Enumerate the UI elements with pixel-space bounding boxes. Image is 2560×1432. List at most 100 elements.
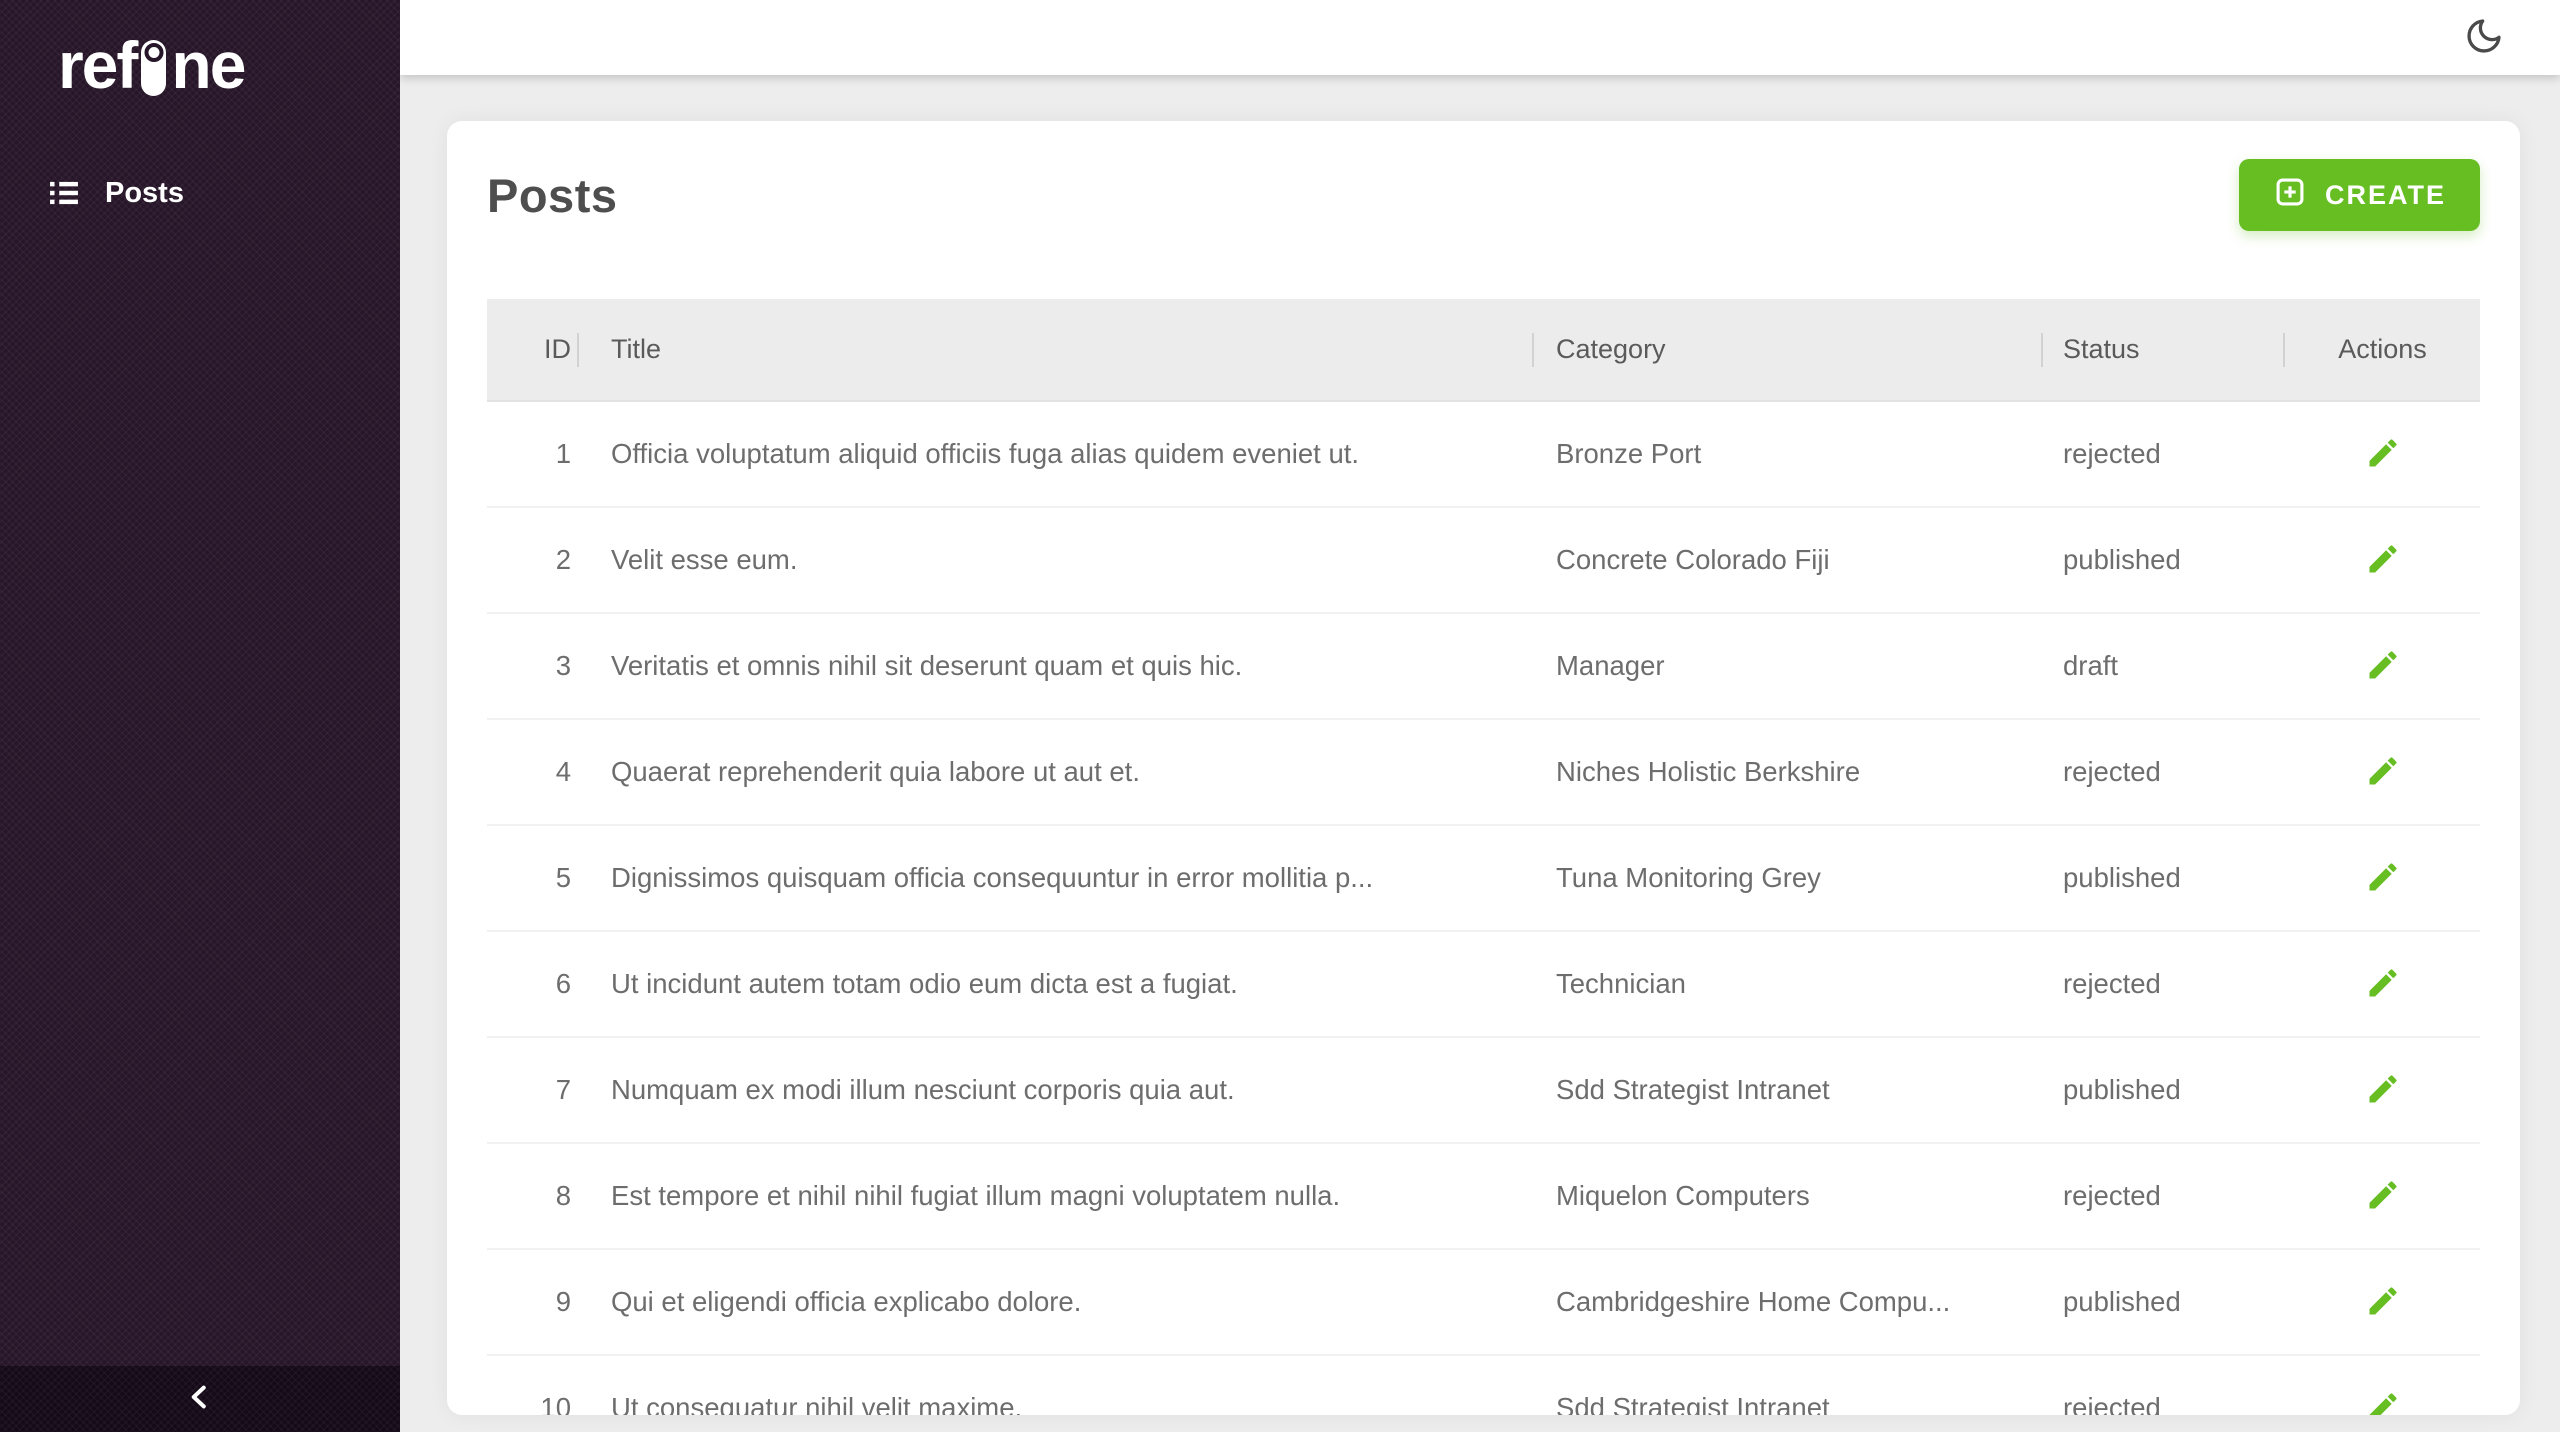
refine-logo: refne [58, 27, 244, 103]
app-logo[interactable]: refne [0, 0, 400, 130]
cell-title: Est tempore et nihil nihil fugiat illum … [579, 1143, 1534, 1249]
plus-square-icon [2273, 175, 2307, 216]
cell-actions [2285, 1355, 2480, 1415]
table-body: 1 Officia voluptatum aliquid officiis fu… [487, 401, 2480, 1415]
table-row: 5 Dignissimos quisquam officia consequun… [487, 825, 2480, 931]
chevron-left-icon [185, 1382, 215, 1417]
column-header-id[interactable]: ID [487, 299, 579, 401]
edit-button[interactable] [2365, 965, 2401, 1004]
table-row: 8 Est tempore et nihil nihil fugiat illu… [487, 1143, 2480, 1249]
cell-actions [2285, 401, 2480, 507]
create-button[interactable]: CREATE [2239, 159, 2480, 231]
cell-title: Qui et eligendi officia explicabo dolore… [579, 1249, 1534, 1355]
edit-pencil-icon [2365, 647, 2401, 686]
cell-actions [2285, 931, 2480, 1037]
sidebar-menu: Posts [0, 158, 400, 228]
edit-pencil-icon [2365, 859, 2401, 898]
unordered-list-icon [45, 174, 83, 212]
cell-status: published [2043, 1037, 2285, 1143]
edit-pencil-icon [2365, 1283, 2401, 1322]
column-header-category[interactable]: Category [1534, 299, 2043, 401]
cell-title: Numquam ex modi illum nesciunt corporis … [579, 1037, 1534, 1143]
sidebar-item-posts[interactable]: Posts [0, 158, 400, 228]
edit-button[interactable] [2365, 1283, 2401, 1322]
edit-button[interactable] [2365, 541, 2401, 580]
column-header-status[interactable]: Status [2043, 299, 2285, 401]
logo-text-post: ne [171, 27, 244, 103]
edit-button[interactable] [2365, 1389, 2401, 1416]
create-button-label: CREATE [2325, 180, 2446, 211]
edit-button[interactable] [2365, 859, 2401, 898]
edit-button[interactable] [2365, 753, 2401, 792]
cell-status: published [2043, 1249, 2285, 1355]
cell-id: 10 [487, 1355, 579, 1415]
cell-category: Manager [1534, 613, 2043, 719]
cell-actions [2285, 1249, 2480, 1355]
page-title: Posts [487, 168, 618, 223]
cell-title: Velit esse eum. [579, 507, 1534, 613]
edit-pencil-icon [2365, 1177, 2401, 1216]
column-header-title[interactable]: Title [579, 299, 1534, 401]
moon-icon [2464, 16, 2504, 59]
cell-id: 7 [487, 1037, 579, 1143]
edit-pencil-icon [2365, 541, 2401, 580]
cell-category: Sdd Strategist Intranet [1534, 1355, 2043, 1415]
edit-button[interactable] [2365, 1177, 2401, 1216]
content-area: Posts CREATE ID Titl [400, 75, 2560, 1415]
edit-pencil-icon [2365, 1389, 2401, 1416]
top-header [400, 0, 2560, 75]
cell-actions [2285, 1037, 2480, 1143]
cell-category: Niches Holistic Berkshire [1534, 719, 2043, 825]
edit-button[interactable] [2365, 647, 2401, 686]
cell-status: rejected [2043, 401, 2285, 507]
cell-actions [2285, 507, 2480, 613]
cell-id: 9 [487, 1249, 579, 1355]
table-row: 3 Veritatis et omnis nihil sit deserunt … [487, 613, 2480, 719]
cell-category: Bronze Port [1534, 401, 2043, 507]
edit-pencil-icon [2365, 435, 2401, 474]
cell-status: published [2043, 825, 2285, 931]
cell-status: draft [2043, 613, 2285, 719]
cell-status: rejected [2043, 931, 2285, 1037]
cell-id: 6 [487, 931, 579, 1037]
cell-id: 8 [487, 1143, 579, 1249]
cell-id: 4 [487, 719, 579, 825]
logo-text-pre: ref [58, 27, 136, 103]
table-row: 6 Ut incidunt autem totam odio eum dicta… [487, 931, 2480, 1037]
cell-actions [2285, 719, 2480, 825]
cell-category: Cambridgeshire Home Compu... [1534, 1249, 2043, 1355]
main-area: Posts CREATE ID Titl [400, 0, 2560, 1432]
dark-mode-toggle-button[interactable] [2460, 12, 2508, 63]
edit-pencil-icon [2365, 1071, 2401, 1110]
cell-category: Concrete Colorado Fiji [1534, 507, 2043, 613]
cell-status: rejected [2043, 1143, 2285, 1249]
cell-title: Ut consequatur nihil velit maxime. [579, 1355, 1534, 1415]
cell-actions [2285, 1143, 2480, 1249]
card-header: Posts CREATE [487, 157, 2480, 233]
table-row: 1 Officia voluptatum aliquid officiis fu… [487, 401, 2480, 507]
cell-title: Ut incidunt autem totam odio eum dicta e… [579, 931, 1534, 1037]
edit-pencil-icon [2365, 753, 2401, 792]
edit-button[interactable] [2365, 1071, 2401, 1110]
column-header-actions: Actions [2285, 299, 2480, 401]
cell-category: Technician [1534, 931, 2043, 1037]
cell-category: Sdd Strategist Intranet [1534, 1037, 2043, 1143]
cell-status: rejected [2043, 719, 2285, 825]
cell-actions [2285, 613, 2480, 719]
cell-status: rejected [2043, 1355, 2285, 1415]
sidebar: refne Posts [0, 0, 400, 1432]
table-header: ID Title Category Status Actions [487, 299, 2480, 401]
cell-status: published [2043, 507, 2285, 613]
toggle-pill-icon [141, 40, 166, 96]
cell-title: Dignissimos quisquam officia consequuntu… [579, 825, 1534, 931]
cell-title: Officia voluptatum aliquid officiis fuga… [579, 401, 1534, 507]
edit-button[interactable] [2365, 435, 2401, 474]
cell-category: Miquelon Computers [1534, 1143, 2043, 1249]
cell-id: 5 [487, 825, 579, 931]
cell-id: 2 [487, 507, 579, 613]
cell-id: 1 [487, 401, 579, 507]
table-row: 7 Numquam ex modi illum nesciunt corpori… [487, 1037, 2480, 1143]
sidebar-collapse-button[interactable] [0, 1366, 400, 1432]
sidebar-item-label: Posts [105, 177, 184, 210]
table-row: 10 Ut consequatur nihil velit maxime. Sd… [487, 1355, 2480, 1415]
